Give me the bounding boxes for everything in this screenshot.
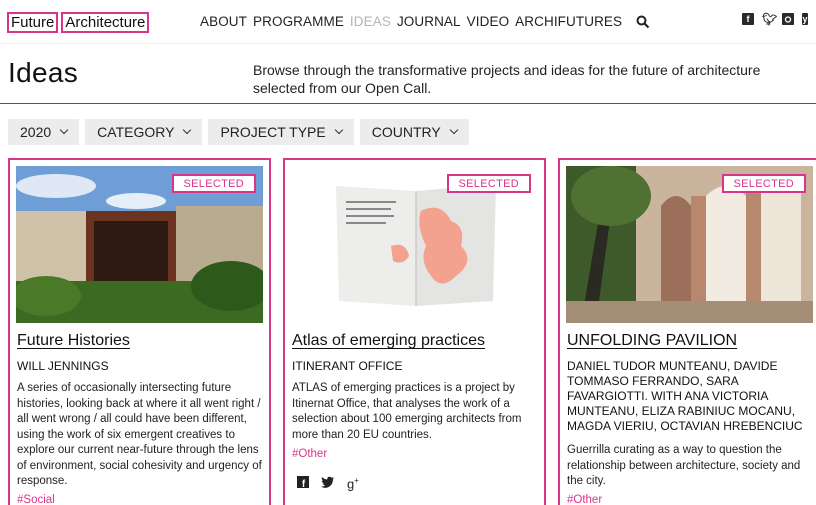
category-filter-label: CATEGORY <box>97 124 175 140</box>
project-description: A series of occasionally intersecting fu… <box>17 382 262 487</box>
page-title: Ideas <box>8 57 78 88</box>
project-title-link[interactable]: UNFOLDING PAVILION <box>567 332 737 350</box>
selected-badge: SELECTED <box>721 174 806 193</box>
project-title-link[interactable]: Atlas of emerging practices <box>292 332 485 350</box>
year-filter-label: 2020 <box>20 124 52 140</box>
country-filter[interactable]: COUNTRY <box>359 119 469 145</box>
site-logo[interactable]: Future Architecture <box>7 12 150 33</box>
project-card-unfolding-pavilion[interactable]: SELECTED UNFOLDING PAVILION DANIEL TUDOR… <box>558 158 816 505</box>
project-card-atlas[interactable]: SELECTED Atlas of emerging practices ITI… <box>283 158 546 505</box>
selected-badge: SELECTED <box>171 174 256 193</box>
twitter-icon[interactable]: 🐦︎ <box>762 13 777 25</box>
chevron-down-icon <box>449 125 458 135</box>
chevron-down-icon <box>183 125 192 135</box>
project-type-filter[interactable]: PROJECT TYPE <box>208 119 354 145</box>
nav-video[interactable]: VIDEO <box>467 14 510 30</box>
main-nav: ABOUT PROGRAMME IDEAS JOURNAL VIDEO ARCH… <box>200 14 652 30</box>
youtube-icon[interactable]: y <box>802 13 808 25</box>
project-description: ATLAS of emerging practices is a project… <box>292 382 522 441</box>
instagram-icon[interactable] <box>782 13 794 25</box>
facebook-icon[interactable]: f <box>742 13 754 25</box>
facebook-icon[interactable]: f <box>297 476 309 491</box>
chevron-down-icon <box>59 125 69 135</box>
year-filter[interactable]: 2020 <box>8 119 80 145</box>
site-header: Future Architecture ABOUT PROGRAMME IDEA… <box>0 0 816 44</box>
project-authors: WILL JENNINGS <box>17 359 109 373</box>
logo-word-architecture: Architecture <box>61 12 150 33</box>
chevron-down-icon <box>334 125 343 135</box>
twitter-icon[interactable] <box>321 476 335 491</box>
filter-bar: 2020 CATEGORY PROJECT TYPE COUNTRY <box>8 119 469 145</box>
category-filter[interactable]: CATEGORY <box>85 119 203 145</box>
selected-badge: SELECTED <box>446 174 531 193</box>
social-links: f 🐦︎ y <box>742 13 808 25</box>
nav-archifutures[interactable]: ARCHIFUTURES <box>515 14 622 30</box>
divider <box>0 103 816 104</box>
country-filter-label: COUNTRY <box>371 124 441 140</box>
search-icon[interactable] <box>636 15 652 31</box>
project-authors: ITINERANT OFFICE <box>292 359 403 373</box>
project-type-filter-label: PROJECT TYPE <box>220 124 326 140</box>
project-title-link[interactable]: Future Histories <box>17 332 130 350</box>
project-card-future-histories[interactable]: SELECTED Future Histories WILL JENNINGS … <box>8 158 271 505</box>
share-buttons: f g+ <box>297 476 359 491</box>
google-plus-icon[interactable]: g+ <box>347 476 359 491</box>
project-description: Guerrilla curating as a way to question … <box>567 444 801 487</box>
logo-word-future: Future <box>7 12 59 33</box>
nav-ideas[interactable]: IDEAS <box>350 14 391 30</box>
project-tag-link[interactable]: #Social <box>17 494 55 505</box>
project-tag-link[interactable]: #Other <box>292 448 327 460</box>
nav-about[interactable]: ABOUT <box>200 14 247 30</box>
nav-journal[interactable]: JOURNAL <box>397 14 461 30</box>
project-authors: DANIEL TUDOR MUNTEANU, DAVIDE TOMMASO FE… <box>567 359 803 433</box>
nav-programme[interactable]: PROGRAMME <box>253 14 344 30</box>
page-intro: Browse through the transformative projec… <box>253 62 761 96</box>
project-tag-link[interactable]: #Other <box>567 494 602 505</box>
